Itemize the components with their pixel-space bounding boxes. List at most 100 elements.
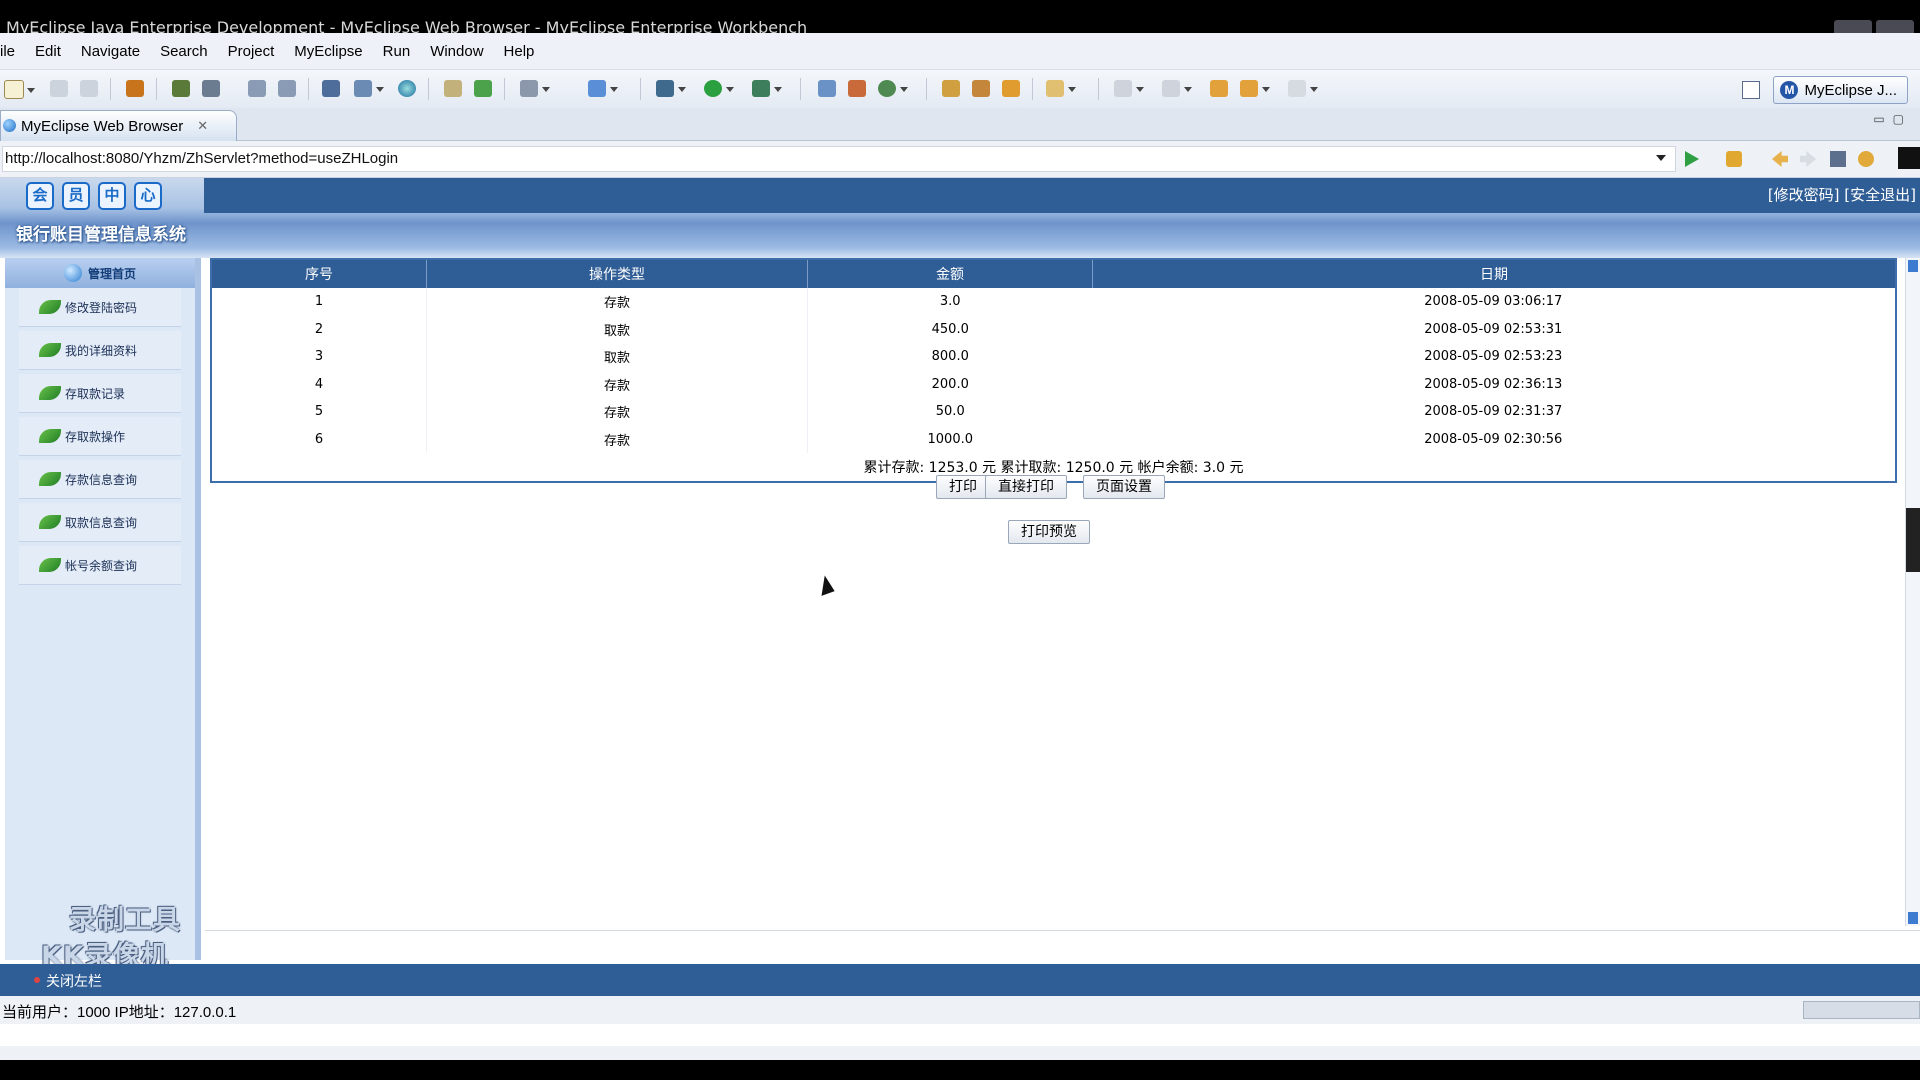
table-row: 6 存款 1000.0 2008-05-09 02:30:56 — [211, 425, 1896, 453]
print-preview-button[interactable]: 打印预览 — [1008, 520, 1090, 544]
sidebar-item-operations[interactable]: 存取款操作 — [19, 417, 181, 456]
col-header-amount: 金额 — [807, 259, 1093, 288]
run-icon[interactable] — [704, 80, 734, 97]
close-left-link[interactable]: 关闭左栏 — [46, 971, 102, 991]
deploy-icon[interactable] — [248, 80, 266, 97]
col-header-id: 序号 — [211, 259, 427, 288]
save-icon[interactable] — [50, 80, 68, 97]
menu-myeclipse[interactable]: MyEclipse — [284, 43, 372, 60]
tab-label: MyEclipse Web Browser — [21, 117, 184, 135]
browser-menu-icon[interactable] — [1898, 147, 1920, 169]
sidebar-item-change-password[interactable]: 修改登陆密码 — [19, 288, 181, 327]
table-row: 4 存款 200.0 2008-05-09 02:36:13 — [211, 370, 1896, 398]
server-icon[interactable] — [202, 80, 220, 97]
image-icon[interactable] — [520, 80, 550, 97]
refresh-page-icon[interactable] — [1858, 151, 1874, 167]
forward-icon[interactable] — [1288, 80, 1318, 97]
chevron-down-icon[interactable] — [1656, 155, 1666, 166]
browser-address-bar: http://localhost:8080/Yhzm/ZhServlet?met… — [0, 141, 1920, 178]
add-icon[interactable] — [474, 80, 492, 97]
leaf-icon — [39, 343, 61, 357]
back-arrow-icon[interactable] — [1772, 151, 1788, 167]
debug-icon[interactable] — [656, 80, 686, 97]
stop-icon[interactable] — [1830, 151, 1846, 167]
minimize-maximize-icon[interactable]: ▭▢ — [1873, 112, 1912, 126]
prev-annotation-icon[interactable] — [1162, 80, 1192, 97]
window-controls[interactable] — [1834, 20, 1914, 33]
new-web-icon[interactable] — [818, 80, 836, 97]
last-edit-icon[interactable] — [1210, 80, 1228, 97]
menu-file[interactable]: ile — [0, 43, 25, 60]
open-perspective-icon[interactable] — [1742, 81, 1760, 99]
package-icon[interactable] — [126, 80, 144, 97]
new-icon[interactable] — [4, 80, 35, 99]
redeploy-icon[interactable] — [278, 80, 296, 97]
open-type-icon[interactable] — [942, 80, 960, 97]
menu-edit[interactable]: Edit — [25, 43, 71, 60]
site-header: 会 员 中 心 [修改密码] [安全退出] 银行账目管理信息系统 — [0, 178, 1920, 258]
menu-navigate[interactable]: Navigate — [71, 43, 150, 60]
close-icon[interactable]: ✕ — [197, 118, 208, 134]
pen-icon[interactable] — [972, 80, 990, 97]
main-toolbar: M MyEclipse J... — [0, 70, 1920, 109]
save-all-icon[interactable] — [80, 80, 98, 97]
sidebar-item-home[interactable]: 管理首页 — [5, 258, 195, 288]
col-header-date: 日期 — [1092, 259, 1897, 288]
perspective-label: MyEclipse J... — [1804, 81, 1897, 99]
scroll-thumb[interactable] — [1906, 508, 1920, 572]
favorites-icon[interactable] — [1726, 151, 1742, 167]
new-class-icon[interactable] — [588, 80, 618, 97]
leaf-icon — [39, 515, 61, 529]
back-icon[interactable] — [1240, 80, 1270, 97]
print-button[interactable]: 打印 — [936, 475, 990, 499]
col-header-type: 操作类型 — [426, 259, 808, 288]
open-folder-icon[interactable] — [444, 80, 462, 97]
globe-icon — [3, 119, 16, 132]
window-title: MyEclipse Java Enterprise Development - … — [6, 20, 808, 33]
scroll-up-icon[interactable] — [1908, 260, 1918, 272]
web-page: 会 员 中 心 [修改密码] [安全退出] 银行账目管理信息系统 管理首页 修改… — [0, 178, 1920, 1046]
sidebar-item-deposit-query[interactable]: 存款信息查询 — [19, 460, 181, 499]
menu-project[interactable]: Project — [218, 43, 285, 60]
scroll-down-icon[interactable] — [1908, 912, 1918, 924]
task-icon[interactable] — [1002, 80, 1020, 97]
user-info-bar: 当前用户：1000 IP地址：127.0.0.1 — [0, 996, 1920, 1024]
transaction-table: 序号 操作类型 金额 日期 1 存款 3.0 2008-05-09 03:06:… — [210, 258, 1897, 483]
horizontal-scrollbar[interactable] — [1803, 1001, 1920, 1019]
sidebar-item-balance-query[interactable]: 帐号余额查询 — [19, 546, 181, 585]
header-links[interactable]: [修改密码] [安全退出] — [1768, 184, 1916, 205]
myeclipse-icon: M — [1780, 81, 1799, 99]
web-browser-icon[interactable] — [398, 80, 416, 97]
leaf-icon — [39, 386, 61, 400]
site-logo: 会 员 中 心 — [26, 182, 162, 210]
screen-bottom — [0, 1060, 1920, 1080]
refresh-icon[interactable] — [878, 80, 908, 97]
sidebar-item-withdraw-query[interactable]: 取款信息查询 — [19, 503, 181, 542]
menu-help[interactable]: Help — [494, 43, 545, 60]
menu-window[interactable]: Window — [420, 43, 493, 60]
forward-arrow-icon[interactable] — [1800, 151, 1816, 167]
menu-search[interactable]: Search — [150, 43, 218, 60]
tab-web-browser[interactable]: MyEclipse Web Browser ✕ — [0, 110, 238, 141]
menu-run[interactable]: Run — [373, 43, 421, 60]
perspective-switcher[interactable]: M MyEclipse J... — [1773, 76, 1908, 104]
folder-icon[interactable] — [1046, 80, 1076, 97]
menu-bar: ile Edit Navigate Search Project MyEclip… — [0, 33, 1920, 70]
bug-icon[interactable] — [172, 80, 190, 97]
hierarchy-icon[interactable] — [322, 80, 340, 97]
direct-print-button[interactable]: 直接打印 — [985, 475, 1067, 499]
gift-icon[interactable] — [848, 80, 866, 97]
page-setup-button[interactable]: 页面设置 — [1083, 475, 1165, 499]
leaf-icon — [39, 558, 61, 572]
leaf-icon — [39, 300, 61, 314]
vertical-scrollbar[interactable] — [1905, 258, 1920, 926]
external-tools-icon[interactable] — [752, 80, 782, 97]
db-icon[interactable] — [354, 80, 384, 97]
close-dot-icon — [34, 977, 40, 983]
url-input[interactable]: http://localhost:8080/Yhzm/ZhServlet?met… — [2, 146, 1676, 172]
next-annotation-icon[interactable] — [1114, 80, 1144, 97]
sidebar-item-profile[interactable]: 我的详细资料 — [19, 331, 181, 370]
sidebar-item-records[interactable]: 存取款记录 — [19, 374, 181, 413]
globe-icon — [63, 264, 82, 282]
go-icon[interactable] — [1685, 151, 1699, 167]
